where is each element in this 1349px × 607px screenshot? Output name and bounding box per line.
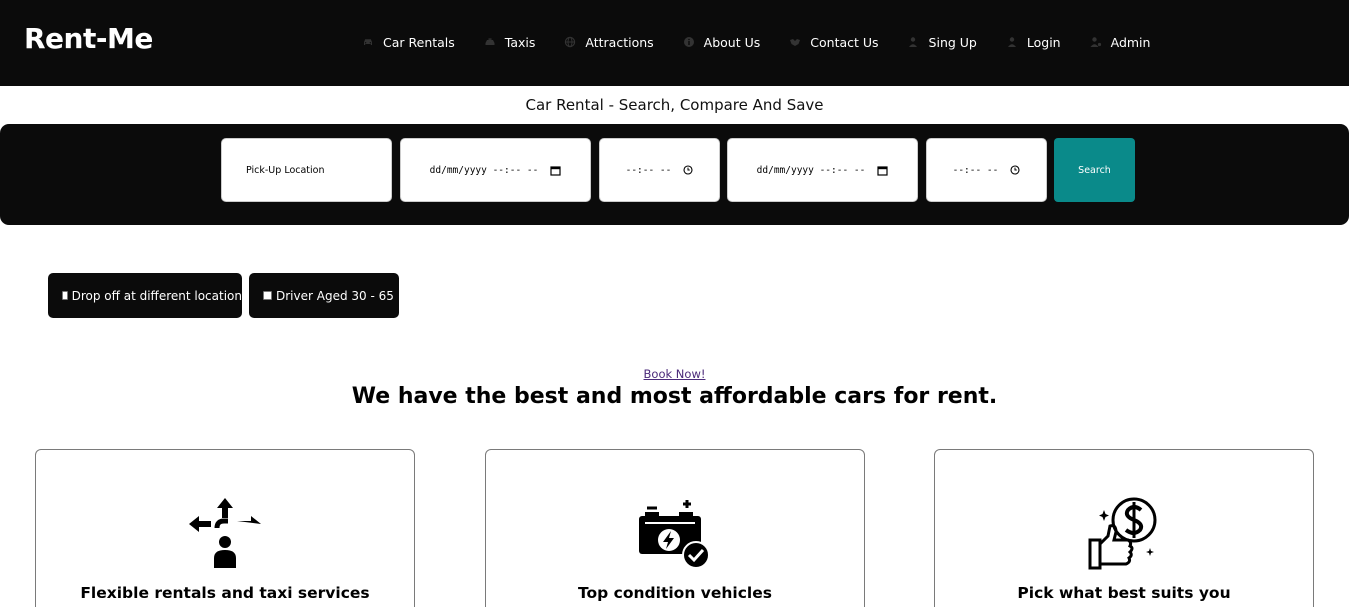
nav-item-sign-up[interactable]: Sing Up xyxy=(908,35,977,50)
nav-item-taxis[interactable]: Taxis xyxy=(484,34,536,50)
driver-age-option[interactable]: Driver Aged 30 - 65 xyxy=(249,273,399,318)
dropoff-different-location-label: Drop off at different location xyxy=(71,288,242,303)
clock-icon[interactable] xyxy=(1010,165,1020,175)
nav-item-car-rentals[interactable]: Car Rentals xyxy=(362,35,455,50)
driver-age-label: Driver Aged 30 - 65 xyxy=(276,288,394,303)
feature-card: Top condition vehicles xyxy=(485,449,865,607)
dropoff-time-value: --:-- -- xyxy=(952,164,999,176)
taxi-icon xyxy=(484,36,496,48)
feature-title: Top condition vehicles xyxy=(578,584,772,602)
clock-icon[interactable] xyxy=(683,165,693,175)
directions-person-icon xyxy=(187,496,263,572)
nav-item-login[interactable]: Login xyxy=(1006,35,1061,50)
book-now-link[interactable]: Book Now! xyxy=(644,367,706,381)
pickup-time-value: --:-- -- xyxy=(625,164,672,176)
nav-item-label: Attractions xyxy=(585,34,654,50)
battery-check-icon xyxy=(637,496,713,572)
feature-card: Flexible rentals and taxi services xyxy=(35,449,415,607)
thumbs-up-dollar-icon xyxy=(1086,496,1162,572)
feature-title: Pick what best suits you xyxy=(1017,584,1231,602)
main-nav: Car Rentals Taxis Attractions About Us C… xyxy=(362,33,1179,51)
globe-icon xyxy=(564,36,576,48)
nav-item-label: Taxis xyxy=(504,34,536,50)
navbar: Rent-Me Car Rentals Taxis Attractions Ab… xyxy=(0,0,1349,86)
brand-logo[interactable]: Rent-Me xyxy=(24,22,153,55)
dropoff-date-value: dd/mm/yyyy --:-- -- xyxy=(756,164,866,176)
pickup-date-input[interactable]: dd/mm/yyyy --:-- -- xyxy=(400,138,591,202)
headline: We have the best and most affordable car… xyxy=(351,384,998,409)
user-plus-icon xyxy=(908,36,920,48)
dropoff-different-location-checkbox[interactable] xyxy=(62,291,68,300)
nav-item-label: Admin xyxy=(1110,34,1151,50)
dropoff-date-input[interactable]: dd/mm/yyyy --:-- -- xyxy=(727,138,918,202)
nav-item-attractions[interactable]: Attractions xyxy=(564,34,654,50)
calendar-icon[interactable] xyxy=(550,165,561,176)
nav-item-label: Car Rentals xyxy=(383,34,455,50)
feature-title: Flexible rentals and taxi services xyxy=(80,584,370,602)
nav-item-admin[interactable]: Admin xyxy=(1090,34,1151,50)
page-subtitle: Car Rental - Search, Compare And Save xyxy=(525,96,824,114)
nav-item-contact-us[interactable]: Contact Us xyxy=(789,34,879,50)
search-bar: Pick-Up Location dd/mm/yyyy --:-- -- --:… xyxy=(0,124,1349,225)
info-icon xyxy=(683,36,695,48)
handshake-icon xyxy=(789,36,801,48)
feature-card: Pick what best suits you xyxy=(934,449,1314,607)
search-button[interactable]: Search xyxy=(1054,138,1135,202)
nav-item-label: About Us xyxy=(703,34,761,50)
nav-item-label: Sing Up xyxy=(928,34,977,50)
dropoff-different-location-option[interactable]: Drop off at different location xyxy=(48,273,242,318)
calendar-icon[interactable] xyxy=(877,165,888,176)
dropoff-time-input[interactable]: --:-- -- xyxy=(926,138,1047,202)
pickup-date-value: dd/mm/yyyy --:-- -- xyxy=(429,164,539,176)
nav-item-label: Contact Us xyxy=(810,34,879,50)
pickup-time-input[interactable]: --:-- -- xyxy=(599,138,720,202)
driver-age-checkbox[interactable] xyxy=(263,291,272,300)
user-icon xyxy=(1006,36,1018,48)
nav-item-label: Login xyxy=(1026,34,1061,50)
book-now-wrapper: Book Now! xyxy=(0,367,1349,381)
car-icon xyxy=(362,36,374,48)
nav-item-about-us[interactable]: About Us xyxy=(683,34,761,50)
pickup-location-input[interactable]: Pick-Up Location xyxy=(221,138,392,202)
user-gear-icon xyxy=(1090,36,1102,48)
pickup-location-placeholder: Pick-Up Location xyxy=(246,164,325,176)
